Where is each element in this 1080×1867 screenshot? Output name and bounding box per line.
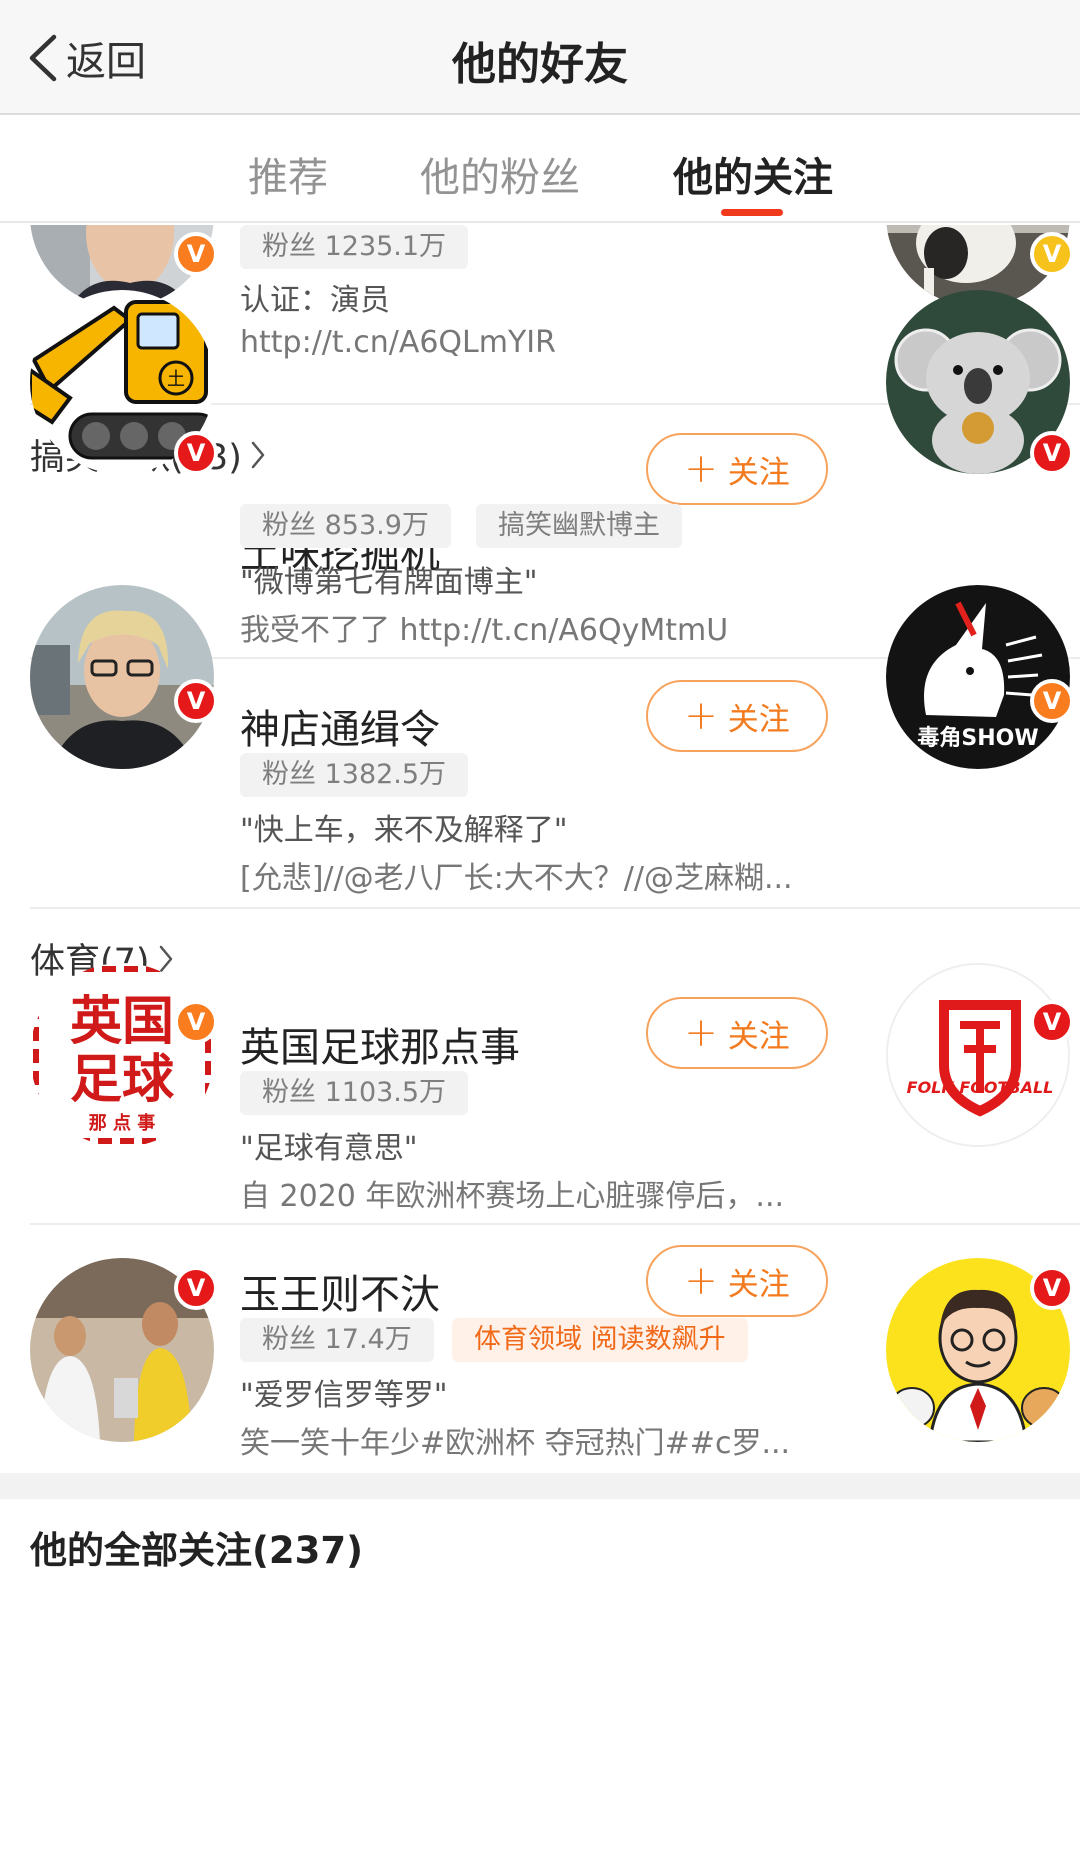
recent-post-text[interactable]: 自 2020 年欧洲杯赛场上心脏骤停后，... — [240, 1171, 784, 1215]
follow-button[interactable]: + 关注 — [646, 997, 828, 1069]
category-tag: 搞笑幽默博主 — [476, 504, 682, 548]
verified-badge-icon: V — [1030, 232, 1074, 276]
recent-post-text[interactable]: 我受不了了 http://t.cn/A6QyMtmU — [240, 605, 728, 649]
tab-bar: 推荐 他的粉丝 他的关注 — [0, 117, 1080, 223]
recent-post-text[interactable]: 笑一笑十年少#欧洲杯 夺冠热门##c罗... — [240, 1418, 790, 1462]
user-description: "足球有意思" — [240, 1131, 418, 1166]
unicorn-logo-avatar: 毒角SHOW — [886, 585, 1070, 769]
tab-recommended[interactable]: 推荐 — [248, 145, 328, 203]
plus-icon: + — [684, 1258, 718, 1304]
tab-his-fans[interactable]: 他的粉丝 — [420, 145, 580, 203]
right-avatar-text: FOLK FOOTBALL — [907, 1078, 1054, 1097]
tab-his-following[interactable]: 他的关注 — [673, 145, 833, 203]
all-following-title[interactable]: 他的全部关注(237) — [30, 1520, 363, 1574]
verified-badge-icon: V — [1030, 1000, 1074, 1044]
plus-icon: + — [684, 1010, 718, 1056]
avatar-text-line1: 英国 — [70, 992, 174, 1052]
page-title: 他的好友 — [452, 39, 628, 90]
user-name[interactable]: 神店通缉令 — [240, 697, 440, 755]
verified-badge-icon: V — [174, 1000, 218, 1044]
follow-label: 关注 — [727, 1266, 790, 1303]
right-avatar[interactable]: FOLK FOOTBALL — [886, 963, 1070, 1147]
user-name[interactable]: 英国足球那点事 — [240, 1015, 520, 1073]
trending-tag: 体育领域 阅读数飙升 — [452, 1318, 748, 1362]
section-separator — [0, 1473, 1080, 1499]
verified-badge-icon: V — [174, 1266, 218, 1310]
fans-count: 粉丝 17.4万 — [240, 1318, 434, 1362]
english-football-avatar: 英国 足球 那 点 事 — [30, 963, 214, 1147]
follow-button[interactable]: + 关注 — [646, 433, 828, 505]
follow-label: 关注 — [727, 454, 790, 491]
verified-badge-icon: V — [174, 431, 218, 475]
fans-count: 粉丝 1235.1万 — [240, 225, 469, 269]
verification-text: 认证：演员 — [240, 283, 390, 318]
folk-football-logo: FOLK FOOTBALL — [888, 965, 1068, 1145]
recent-post-text[interactable]: [允悲]//@老八厂长:大不大？//@芝麻糊... — [240, 853, 793, 897]
user-description: "爱罗信罗等罗" — [240, 1378, 448, 1413]
avatar[interactable] — [30, 585, 214, 769]
verified-badge-icon: V — [1030, 679, 1074, 723]
chevron-right-icon — [251, 441, 265, 468]
fans-count: 粉丝 853.9万 — [240, 504, 451, 548]
follow-label: 关注 — [727, 1018, 790, 1055]
right-avatar[interactable]: 毒角SHOW — [886, 585, 1070, 769]
nav-bar: 返回 他的好友 — [0, 0, 1080, 115]
fans-count: 粉丝 1103.5万 — [240, 1071, 469, 1115]
verified-badge-icon: V — [1030, 431, 1074, 475]
user-description: "快上车，来不及解释了" — [240, 813, 568, 848]
following-list[interactable]: V 粉丝 1235.1万 认证：演员 http://t.cn/A6QLmYIR … — [0, 225, 1080, 1867]
chevron-right-icon — [159, 945, 172, 972]
avatar[interactable]: 英国 足球 那 点 事 — [30, 963, 214, 1147]
plus-icon: + — [684, 693, 718, 739]
right-avatar-text: 毒角SHOW — [917, 725, 1038, 751]
verified-badge-icon: V — [174, 232, 218, 276]
avatar-text-line2: 足球 — [70, 1050, 175, 1110]
divider — [30, 907, 1080, 909]
svg-text:土: 土 — [167, 369, 185, 390]
user-description: "微博第七有牌面博主" — [240, 565, 538, 600]
user-name[interactable]: 玉王则不汏 — [240, 1262, 440, 1320]
follow-button[interactable]: + 关注 — [646, 1245, 828, 1317]
follow-button[interactable]: + 关注 — [646, 680, 828, 752]
man-photo — [30, 585, 214, 769]
verified-badge-icon: V — [174, 679, 218, 723]
follow-label: 关注 — [727, 701, 790, 738]
active-tab-indicator — [721, 209, 783, 216]
avatar-text-line3: 那 点 事 — [89, 1112, 156, 1134]
plus-icon: + — [684, 446, 718, 492]
divider — [30, 1223, 1080, 1225]
fans-count: 粉丝 1382.5万 — [240, 753, 469, 797]
recent-post-text[interactable]: http://t.cn/A6QLmYIR — [240, 325, 556, 360]
verified-badge-icon: V — [1030, 1266, 1074, 1310]
